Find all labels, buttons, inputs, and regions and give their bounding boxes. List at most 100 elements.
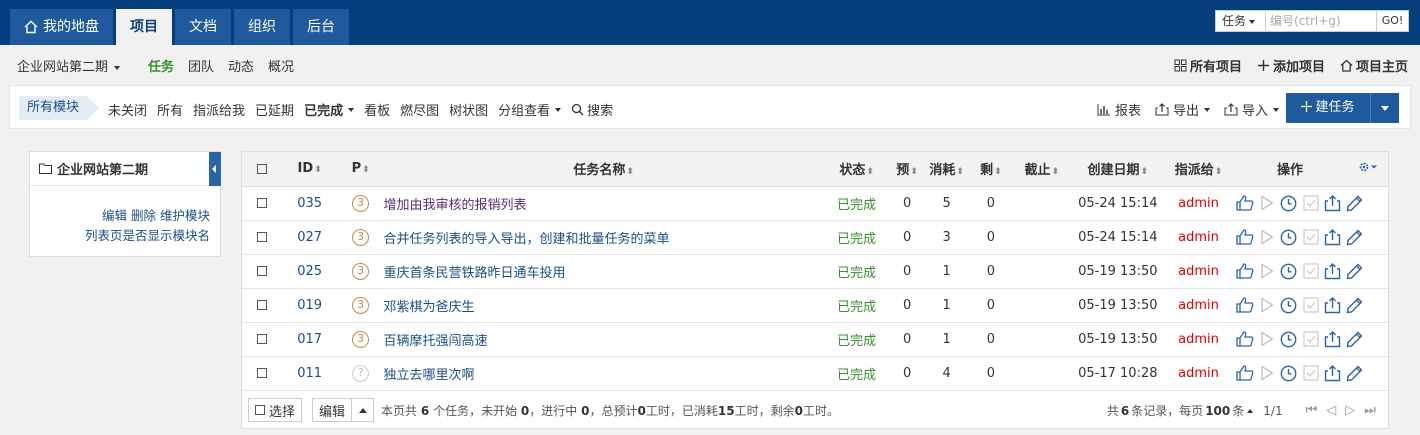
subnav-overview[interactable]: 概况: [268, 56, 294, 75]
start-task-icon[interactable]: [1256, 192, 1278, 214]
task-name-link[interactable]: 增加由我审核的报销列表: [383, 186, 824, 221]
confirm-task-icon[interactable]: [1234, 362, 1256, 384]
col-status[interactable]: 状态: [823, 152, 890, 187]
table-row[interactable]: 017 3 百辆摩托强闯高速 已完成 0 1 0 05-19 13:50 admin: [242, 322, 1388, 357]
prev-page-icon[interactable]: ◁: [1326, 403, 1336, 418]
manage-modules-link[interactable]: 维护模块: [160, 208, 210, 223]
task-name-link[interactable]: 邓紫棋为爸庆生: [383, 288, 824, 323]
record-hours-icon[interactable]: [1278, 226, 1300, 248]
start-task-icon[interactable]: [1256, 328, 1278, 350]
task-assigned-to[interactable]: admin: [1165, 288, 1232, 323]
finish-task-icon[interactable]: [1300, 226, 1322, 248]
row-checkbox[interactable]: [256, 198, 267, 208]
new-task-dropdown-toggle[interactable]: [1371, 93, 1399, 123]
task-id[interactable]: 017: [281, 322, 338, 357]
delete-module-link[interactable]: 删除: [131, 208, 156, 223]
column-settings[interactable]: [1348, 152, 1388, 187]
filter-group-dropdown[interactable]: 分组查看: [498, 100, 562, 119]
task-name-link[interactable]: 独立去哪里次啊: [383, 356, 824, 391]
toggle-module-name-link[interactable]: 列表页是否显示模块名: [85, 226, 210, 246]
task-name-link[interactable]: 合并任务列表的导入导出，创建和批量任务的菜单: [383, 220, 824, 255]
last-page-icon[interactable]: ⏭: [1364, 403, 1376, 418]
close-task-icon[interactable]: [1322, 226, 1344, 248]
edit-task-icon[interactable]: [1344, 226, 1366, 248]
filter-assigned-to-me[interactable]: 指派给我: [193, 100, 245, 119]
select-checkbox[interactable]: [255, 405, 265, 415]
confirm-task-icon[interactable]: [1234, 260, 1256, 282]
subnav-dynamic[interactable]: 动态: [228, 56, 254, 75]
project-switcher[interactable]: 企业网站第二期: [17, 56, 120, 75]
select-all-checkbox[interactable]: [256, 163, 267, 174]
col-assigned[interactable]: 指派给: [1165, 152, 1232, 187]
project-home-link[interactable]: 项目主页: [1340, 56, 1408, 75]
confirm-task-icon[interactable]: [1234, 226, 1256, 248]
module-tree-title[interactable]: 企业网站第二期: [57, 159, 148, 178]
confirm-task-icon[interactable]: [1234, 294, 1256, 316]
task-assigned-to[interactable]: admin: [1165, 356, 1232, 391]
tab-project[interactable]: 项目: [116, 9, 172, 45]
table-row[interactable]: 025 3 重庆首条民营铁路昨日通车投用 已完成 0 1 0 05-19 13:50 admin: [242, 254, 1388, 289]
close-task-icon[interactable]: [1322, 328, 1344, 350]
subnav-task[interactable]: 任务: [148, 56, 174, 75]
col-left[interactable]: 剩: [968, 152, 1014, 187]
finish-task-icon[interactable]: [1300, 362, 1322, 384]
start-task-icon[interactable]: [1256, 362, 1278, 384]
col-consumed[interactable]: 消耗: [924, 152, 969, 187]
col-pri[interactable]: P: [337, 152, 384, 187]
start-task-icon[interactable]: [1256, 260, 1278, 282]
finish-task-icon[interactable]: [1300, 192, 1322, 214]
row-checkbox[interactable]: [256, 266, 267, 276]
edit-task-icon[interactable]: [1344, 328, 1366, 350]
add-project-link[interactable]: 添加项目: [1257, 56, 1325, 75]
record-hours-icon[interactable]: [1278, 192, 1300, 214]
new-task-button[interactable]: 建任务: [1286, 93, 1371, 123]
task-assigned-to[interactable]: admin: [1165, 322, 1232, 357]
start-task-icon[interactable]: [1256, 226, 1278, 248]
per-page-dropdown[interactable]: 100 条: [1203, 402, 1254, 419]
task-id[interactable]: 011: [281, 356, 338, 391]
table-row[interactable]: 027 3 合并任务列表的导入导出，创建和批量任务的菜单 已完成 0 3 0 05-24 15…: [242, 220, 1388, 255]
filter-tree[interactable]: 树状图: [449, 100, 488, 119]
table-row[interactable]: 019 3 邓紫棋为爸庆生 已完成 0 1 0 05-19 13:50 admin: [242, 288, 1388, 323]
finish-task-icon[interactable]: [1300, 328, 1322, 350]
record-hours-icon[interactable]: [1278, 260, 1300, 282]
tab-my-dashboard[interactable]: 我的地盘: [10, 9, 113, 45]
close-task-icon[interactable]: [1322, 192, 1344, 214]
export-dropdown[interactable]: 导出: [1155, 100, 1210, 119]
row-checkbox[interactable]: [256, 300, 267, 310]
close-task-icon[interactable]: [1322, 294, 1344, 316]
task-id[interactable]: 025: [281, 254, 338, 289]
close-task-icon[interactable]: [1322, 260, 1344, 282]
filter-delayed[interactable]: 已延期: [255, 100, 294, 119]
task-id[interactable]: 027: [281, 220, 338, 255]
filter-all[interactable]: 所有: [157, 100, 183, 119]
task-assigned-to[interactable]: admin: [1165, 220, 1232, 255]
batch-edit-button[interactable]: 编辑: [312, 398, 353, 422]
task-name-link[interactable]: 百辆摩托强闯高速: [383, 322, 824, 357]
search-go-button[interactable]: GO!: [1377, 10, 1409, 32]
select-toggle-button[interactable]: 选择: [248, 398, 303, 422]
tab-docs[interactable]: 文档: [175, 9, 231, 45]
col-name[interactable]: 任务名称: [383, 152, 824, 187]
module-breadcrumb[interactable]: 所有模块: [19, 96, 100, 120]
edit-module-link[interactable]: 编辑: [102, 208, 127, 223]
batch-actions-dropup[interactable]: [352, 398, 375, 422]
start-task-icon[interactable]: [1256, 294, 1278, 316]
tab-admin[interactable]: 后台: [293, 9, 349, 45]
row-checkbox[interactable]: [256, 334, 267, 344]
search-toggle[interactable]: 搜索: [571, 100, 613, 119]
subnav-team[interactable]: 团队: [188, 56, 214, 75]
collapse-sidebar-button[interactable]: [209, 152, 221, 186]
filter-done-dropdown[interactable]: 已完成: [304, 100, 355, 119]
next-page-icon[interactable]: ▷: [1345, 403, 1355, 418]
edit-task-icon[interactable]: [1344, 362, 1366, 384]
close-task-icon[interactable]: [1322, 362, 1344, 384]
search-type-select[interactable]: 任务: [1215, 10, 1266, 32]
table-row[interactable]: 035 3 增加由我审核的报销列表 已完成 0 5 0 05-24 15:14 admin: [242, 186, 1388, 221]
filter-kanban[interactable]: 看板: [364, 100, 390, 119]
finish-task-icon[interactable]: [1300, 294, 1322, 316]
search-input[interactable]: [1266, 10, 1377, 32]
task-assigned-to[interactable]: admin: [1165, 186, 1232, 221]
edit-task-icon[interactable]: [1344, 192, 1366, 214]
table-row[interactable]: 011? 独立去哪里次啊 已完成 0 4 0 05-17 10:28 admin: [242, 356, 1388, 391]
